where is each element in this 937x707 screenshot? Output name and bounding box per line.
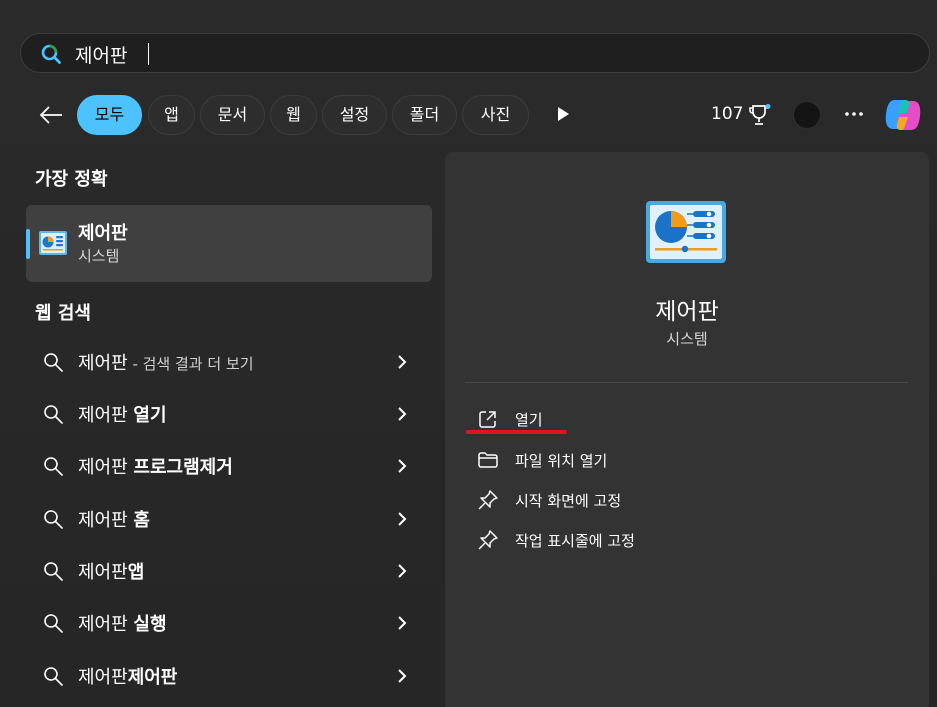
folder-icon bbox=[478, 452, 498, 468]
action-pin-to-taskbar-label: 작업 표시줄에 고정 bbox=[515, 532, 635, 550]
red-annotation-underline bbox=[466, 430, 567, 434]
control-panel-icon bbox=[39, 231, 67, 255]
search-icon bbox=[41, 44, 61, 64]
section-web-search-label: 웹 검색 bbox=[35, 303, 91, 324]
more-options-icon[interactable] bbox=[843, 106, 865, 122]
action-pin-to-start-label: 시작 화면에 고정 bbox=[515, 492, 622, 510]
action-pin-to-start[interactable]: 시작 화면에 고정 bbox=[477, 485, 777, 515]
web-search-item[interactable]: 제어판앱 bbox=[26, 546, 426, 596]
web-search-item[interactable]: 제어판 열기 bbox=[26, 389, 426, 439]
web-search-item-text: 제어판 실행 bbox=[78, 614, 167, 635]
chevron-right-icon bbox=[398, 355, 407, 369]
search-box[interactable] bbox=[20, 33, 930, 73]
action-open-file-location[interactable]: 파일 위치 열기 bbox=[477, 445, 777, 475]
play-icon[interactable] bbox=[555, 105, 571, 123]
action-open-file-location-label: 파일 위치 열기 bbox=[515, 452, 608, 470]
search-icon bbox=[44, 405, 63, 424]
section-best-match-label: 가장 정확 bbox=[35, 169, 108, 190]
web-search-item[interactable]: 제어판 - 검색 결과 더 보기 bbox=[26, 337, 426, 387]
web-search-item[interactable]: 제어판제어판 bbox=[26, 651, 426, 701]
web-search-item-text: 제어판앱 bbox=[78, 562, 145, 583]
search-icon bbox=[44, 510, 63, 529]
avatar[interactable] bbox=[793, 101, 821, 129]
trophy-icon[interactable] bbox=[749, 103, 771, 127]
filter-folders[interactable]: 폴더 bbox=[392, 95, 457, 135]
web-search-item-text: 제어판 프로그램제거 bbox=[78, 457, 233, 478]
pin-icon bbox=[478, 490, 498, 510]
search-icon bbox=[44, 457, 63, 476]
rewards-points: 107 bbox=[711, 104, 744, 124]
open-external-icon bbox=[479, 411, 496, 428]
action-open-label: 열기 bbox=[515, 411, 543, 429]
chevron-right-icon bbox=[398, 512, 407, 526]
control-panel-icon bbox=[646, 201, 726, 263]
web-search-item[interactable]: 제어판 홈 bbox=[26, 494, 426, 544]
detail-panel: 제어판 시스템 열기 파일 위치 열기 시작 화면에 고정 작업 표시줄에 고정 bbox=[445, 152, 929, 707]
text-caret bbox=[148, 43, 149, 65]
web-search-item[interactable]: 제어판 실행 bbox=[26, 598, 426, 648]
filter-documents[interactable]: 문서 bbox=[200, 95, 265, 135]
web-search-item-text: 제어판 홈 bbox=[78, 510, 150, 531]
search-icon bbox=[44, 614, 63, 633]
filter-apps[interactable]: 앱 bbox=[148, 95, 195, 135]
filter-photos[interactable]: 사진 bbox=[462, 95, 529, 135]
search-input[interactable] bbox=[75, 41, 675, 67]
detail-title: 제어판 bbox=[655, 299, 719, 325]
search-icon bbox=[44, 562, 63, 581]
search-window: 모두 앱 문서 웹 설정 폴더 사진 107 가장 정확 bbox=[0, 0, 937, 707]
best-match-result[interactable]: 제어판 시스템 bbox=[26, 205, 432, 282]
best-match-title: 제어판 bbox=[78, 223, 128, 244]
chevron-right-icon bbox=[398, 669, 407, 683]
web-search-item[interactable]: 제어판 프로그램제거 bbox=[26, 441, 426, 491]
chevron-right-icon bbox=[398, 407, 407, 421]
pin-icon bbox=[478, 530, 498, 550]
selection-indicator bbox=[26, 229, 30, 259]
web-search-item-text: 제어판 열기 bbox=[78, 405, 167, 426]
best-match-subtitle: 시스템 bbox=[78, 247, 120, 265]
action-pin-to-taskbar[interactable]: 작업 표시줄에 고정 bbox=[477, 525, 777, 555]
detail-subtitle: 시스템 bbox=[666, 330, 708, 348]
chevron-right-icon bbox=[398, 564, 407, 578]
web-search-item-text: 제어판 - 검색 결과 더 보기 bbox=[78, 353, 254, 374]
filter-settings[interactable]: 설정 bbox=[322, 95, 387, 135]
filter-web[interactable]: 웹 bbox=[270, 95, 317, 135]
web-search-item-text: 제어판제어판 bbox=[78, 667, 178, 688]
search-icon bbox=[44, 353, 63, 372]
filter-all[interactable]: 모두 bbox=[77, 95, 142, 135]
chevron-right-icon bbox=[398, 616, 407, 630]
chevron-right-icon bbox=[398, 459, 407, 473]
search-icon bbox=[44, 667, 63, 686]
back-arrow-icon[interactable] bbox=[36, 100, 66, 130]
divider bbox=[465, 382, 908, 383]
copilot-icon[interactable] bbox=[883, 96, 923, 134]
